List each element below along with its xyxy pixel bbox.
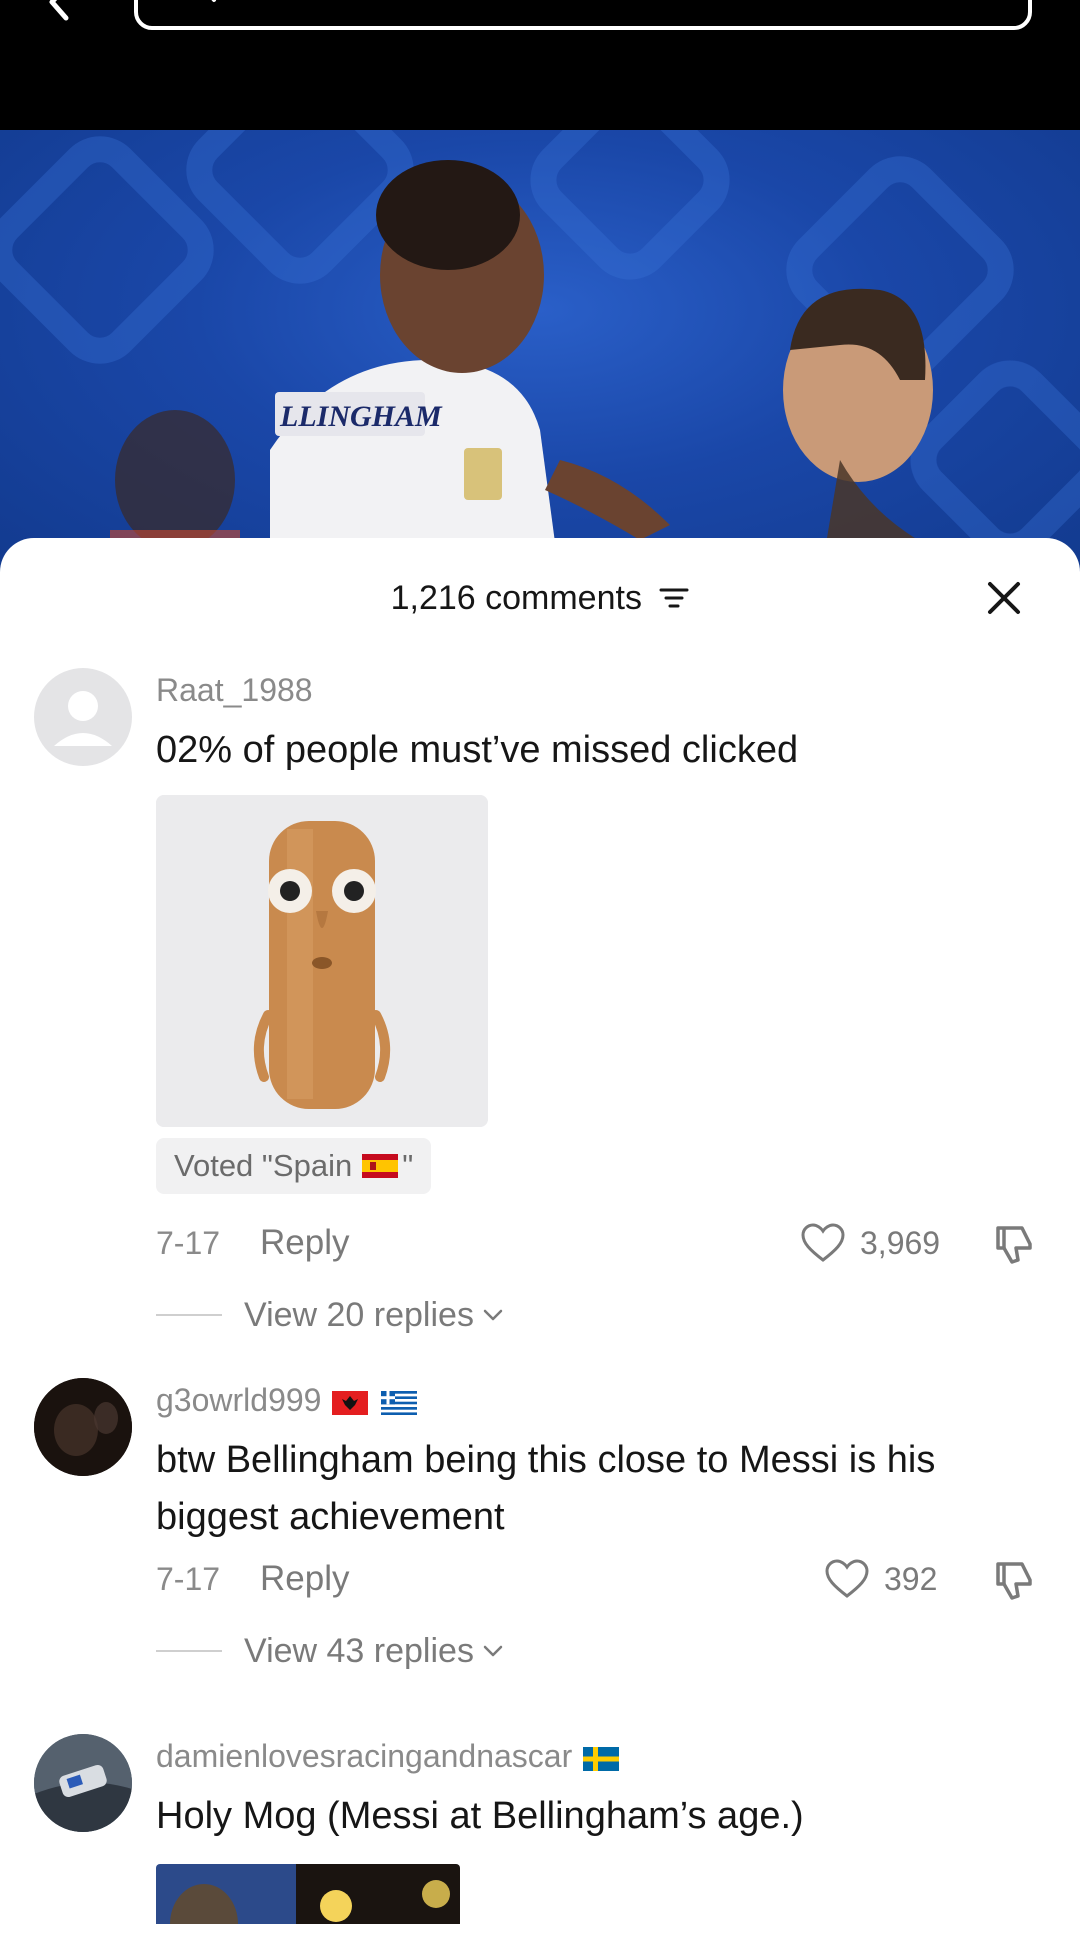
jersey-name: LLINGHAM (279, 400, 443, 433)
avatar[interactable] (34, 1734, 132, 1832)
username-text: damienlovesracingandnascar (156, 1738, 573, 1774)
default-avatar-icon (54, 691, 112, 746)
vote-badge: Voted "Spain " (156, 1138, 432, 1194)
back-arrow-icon[interactable] (40, 0, 80, 22)
reply-button[interactable]: Reply (260, 1554, 349, 1604)
replies-divider (156, 1314, 222, 1316)
race-car-avatar (34, 1734, 132, 1832)
replies-divider (156, 1650, 222, 1652)
username-text: g3owrld999 (156, 1382, 322, 1418)
heart-icon (825, 1559, 869, 1598)
view-replies-label: View 43 replies (244, 1631, 474, 1670)
dislike-icon[interactable] (992, 1222, 1036, 1266)
like-count: 392 (884, 1560, 938, 1597)
vote-label-suffix: " (402, 1148, 414, 1183)
reply-button[interactable]: Reply (260, 1218, 349, 1268)
comment-meta: 7-17 Reply 3,969 (156, 1218, 1036, 1268)
search-icon[interactable] (178, 0, 218, 10)
comments-sheet: 1,216 comments Raat_1988 02% of people m… (0, 538, 1080, 1938)
comment-text: 02% of people must’ve missed clicked (156, 729, 799, 771)
dislike-icon[interactable] (992, 1558, 1036, 1602)
video-frame[interactable]: LLINGHAM (0, 130, 1080, 580)
comment-username[interactable]: Raat_1988 (156, 670, 313, 710)
chevron-down-icon (483, 1645, 503, 1657)
top-search-bar (0, 0, 1080, 130)
view-replies-button[interactable]: View 43 replies (156, 1626, 504, 1676)
chevron-down-icon (483, 1309, 503, 1321)
albania-flag-icon (332, 1390, 369, 1415)
sort-filter-icon[interactable] (659, 586, 689, 610)
comment-date: 7-17 (156, 1561, 221, 1597)
view-replies-button[interactable]: View 20 replies (156, 1290, 504, 1340)
greece-flag-icon (381, 1390, 418, 1415)
comment-count-button[interactable]: 1,216 comments (0, 576, 1080, 618)
comment-image[interactable] (156, 1864, 460, 1924)
comment-username[interactable]: g3owrld999 (156, 1380, 418, 1420)
user-photo-avatar (34, 1378, 132, 1476)
comment-count: 1,216 comments (390, 579, 642, 618)
avatar[interactable] (34, 1378, 132, 1476)
avatar[interactable] (34, 668, 132, 766)
comment-image-preview (156, 1864, 460, 1924)
sweden-flag-icon (583, 1746, 620, 1771)
like-button[interactable]: 392 (824, 1554, 937, 1604)
comment-image[interactable] (156, 795, 488, 1127)
search-input[interactable] (134, 0, 1032, 30)
view-replies-label: View 20 replies (244, 1295, 474, 1334)
vote-label: Voted "Spain (174, 1148, 353, 1183)
comment-text: btw Bellingham being this close to Messi… (156, 1439, 936, 1538)
wooden-figure-image (156, 795, 488, 1127)
comments-header: 1,216 comments (0, 576, 1080, 636)
heart-icon (801, 1223, 845, 1262)
comment-username[interactable]: damienlovesracingandnascar (156, 1736, 620, 1776)
close-icon[interactable] (986, 580, 1022, 616)
comment-text: Holy Mog (Messi at Bellingham’s age.) (156, 1795, 804, 1837)
like-count: 3,969 (860, 1224, 941, 1261)
video-thumbnail: LLINGHAM (0, 130, 1080, 580)
comment-date: 7-17 (156, 1225, 221, 1261)
comment-meta: 7-17 Reply 392 (156, 1554, 1036, 1604)
spain-flag-icon (362, 1154, 399, 1178)
like-button[interactable]: 3,969 (800, 1218, 940, 1268)
